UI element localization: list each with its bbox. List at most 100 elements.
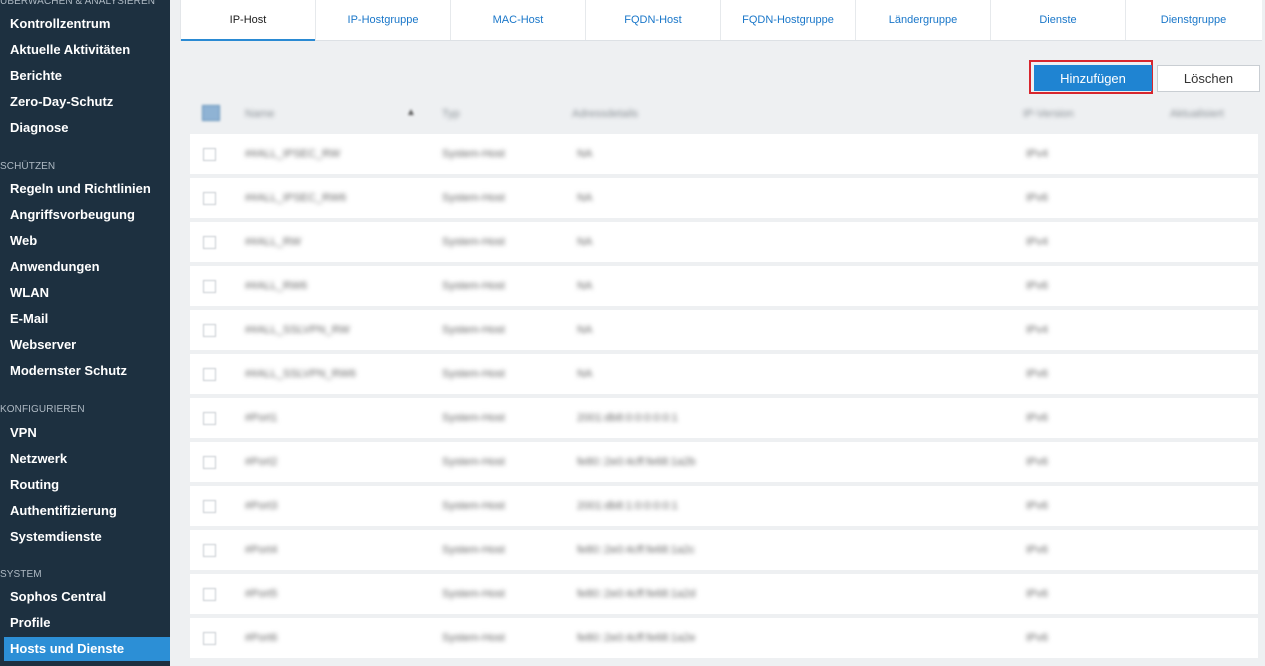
column-header-type[interactable]: Typ (442, 96, 460, 132)
table-row[interactable]: #Port3 System-Host 2001:db8:1:0:0:0:0:1 IPv… (190, 486, 1258, 526)
table-header: Name ▲ Typ Adressdetails IP-Version Aktu… (190, 96, 1258, 132)
host-type-cell: System-Host (442, 368, 505, 380)
tab[interactable]: FQDN-Host (586, 0, 721, 40)
sidebar-item[interactable]: Diagnose (0, 116, 170, 140)
sidebar-section-heading: SCHÜTZEN (0, 161, 56, 172)
tab[interactable]: Dienste (991, 0, 1126, 40)
row-checkbox[interactable] (203, 412, 216, 425)
table-row[interactable]: #Port4 System-Host fe80::2e0:4cff:fe68:1a2… (190, 530, 1258, 570)
row-checkbox[interactable] (203, 236, 216, 249)
row-checkbox[interactable] (203, 500, 216, 513)
table-row[interactable]: #Port5 System-Host fe80::2e0:4cff:fe68:1a2… (190, 574, 1258, 614)
sidebar-item[interactable]: Kontrollzentrum (0, 12, 170, 36)
host-type-cell: System-Host (442, 148, 505, 160)
host-type-cell: System-Host (442, 544, 505, 556)
sidebar-item[interactable]: Aktuelle Aktivitäten (0, 38, 170, 62)
tab[interactable]: MAC-Host (451, 0, 586, 40)
table-row[interactable]: ##ALL_SSLVPN_RW6 System-Host NA IPv6 (190, 354, 1258, 394)
address-cell: NA (577, 148, 593, 160)
tab[interactable]: IP-Hostgruppe (316, 0, 451, 40)
host-type-cell: System-Host (442, 236, 505, 248)
sidebar-item[interactable]: Berichte (0, 64, 170, 88)
sidebar-item[interactable]: Systemdienste (0, 525, 170, 549)
table-row[interactable]: ##ALL_RW6 System-Host NA IPv6 (190, 266, 1258, 306)
host-name-cell[interactable]: #Port3 (245, 486, 277, 526)
row-checkbox[interactable] (203, 280, 216, 293)
ip-version-cell: IPv6 (1026, 544, 1049, 556)
sidebar-item[interactable]: Routing (0, 473, 170, 497)
host-name-cell[interactable]: #Port5 (245, 574, 277, 614)
sidebar-item[interactable]: Sophos Central (0, 585, 170, 609)
host-name-cell[interactable]: #Port1 (245, 398, 277, 438)
host-name-cell[interactable]: ##ALL_SSLVPN_RW6 (245, 354, 356, 394)
row-checkbox[interactable] (203, 324, 216, 337)
table-row[interactable]: ##ALL_RW System-Host NA IPv4 (190, 222, 1258, 262)
host-name-cell[interactable]: ##ALL_RW6 (245, 266, 307, 306)
table-row[interactable]: ##ALL_IPSEC_RW System-Host NA IPv4 (190, 134, 1258, 174)
column-header-address[interactable]: Adressdetails (572, 96, 638, 132)
column-header-ip-version[interactable]: IP-Version (1023, 96, 1074, 132)
host-type-cell: System-Host (442, 456, 505, 468)
sidebar-item[interactable]: Regeln und Richtlinien (0, 177, 170, 201)
sidebar-item[interactable]: Netzwerk (0, 447, 170, 471)
row-checkbox[interactable] (203, 456, 216, 469)
column-header-updated[interactable]: Aktualisiert (1170, 96, 1224, 132)
sidebar-item[interactable]: Modernster Schutz (0, 359, 170, 383)
sidebar-section-heading: SYSTEM (0, 569, 42, 580)
host-type-cell: System-Host (442, 192, 505, 204)
host-type-cell: System-Host (442, 500, 505, 512)
host-name-cell[interactable]: ##ALL_IPSEC_RW6 (245, 178, 346, 218)
sidebar-item[interactable]: Anwendungen (0, 255, 170, 279)
table-row[interactable]: #Port6 System-Host fe80::2e0:4cff:fe68:1a2… (190, 618, 1258, 658)
select-all-checkbox[interactable] (202, 105, 220, 121)
ip-version-cell: IPv4 (1026, 324, 1049, 336)
table-row[interactable]: #Port1 System-Host 2001:db8:0:0:0:0:0:1 IPv… (190, 398, 1258, 438)
sidebar-item[interactable]: Profile (0, 611, 170, 635)
host-name-cell[interactable]: ##ALL_SSLVPN_RW (245, 310, 350, 350)
host-name-cell[interactable]: #Port6 (245, 618, 277, 658)
sidebar-item[interactable]: VPN (0, 421, 170, 445)
ip-version-cell: IPv6 (1026, 412, 1049, 424)
tab[interactable]: Ländergruppe (856, 0, 991, 40)
delete-button[interactable]: Löschen (1157, 65, 1260, 92)
host-name-cell[interactable]: #Port2 (245, 442, 277, 482)
address-cell: fe80::2e0:4cff:fe68:1a2c (577, 544, 695, 556)
column-header-name[interactable]: Name (245, 96, 274, 132)
row-checkbox[interactable] (203, 148, 216, 161)
ip-version-cell: IPv6 (1026, 588, 1049, 600)
sidebar-item[interactable]: E-Mail (0, 307, 170, 331)
host-type-cell: System-Host (442, 632, 505, 644)
sort-ascending-icon[interactable]: ▲ (406, 107, 416, 118)
tab[interactable]: IP-Host (181, 0, 316, 41)
row-checkbox[interactable] (203, 632, 216, 645)
sidebar-item[interactable]: Hosts und Dienste (4, 637, 170, 661)
sidebar-item[interactable]: Zero-Day-Schutz (0, 90, 170, 114)
host-name-cell[interactable]: #Port4 (245, 530, 277, 570)
host-name-cell[interactable]: ##ALL_RW (245, 222, 301, 262)
address-cell: fe80::2e0:4cff:fe68:1a2d (577, 588, 696, 600)
ip-version-cell: IPv6 (1026, 456, 1049, 468)
tab[interactable]: FQDN-Hostgruppe (721, 0, 856, 40)
sidebar-item[interactable]: Webserver (0, 333, 170, 357)
address-cell: NA (577, 192, 593, 204)
sidebar-item[interactable]: WLAN (0, 281, 170, 305)
ip-version-cell: IPv6 (1026, 192, 1049, 204)
sidebar-item[interactable]: Web (0, 229, 170, 253)
sidebar-section-heading: ÜBERWACHEN & ANALYSIEREN (0, 0, 156, 7)
row-checkbox[interactable] (203, 588, 216, 601)
ip-version-cell: IPv4 (1026, 148, 1049, 160)
host-name-cell[interactable]: ##ALL_IPSEC_RW (245, 134, 340, 174)
table-row[interactable]: ##ALL_SSLVPN_RW System-Host NA IPv4 (190, 310, 1258, 350)
table-row[interactable]: ##ALL_IPSEC_RW6 System-Host NA IPv6 (190, 178, 1258, 218)
ip-version-cell: IPv6 (1026, 280, 1049, 292)
row-checkbox[interactable] (203, 192, 216, 205)
add-button[interactable]: Hinzufügen (1034, 65, 1152, 91)
tab[interactable]: Dienstgruppe (1126, 0, 1261, 40)
row-checkbox[interactable] (203, 544, 216, 557)
sidebar-item[interactable]: Authentifizierung (0, 499, 170, 523)
address-cell: NA (577, 324, 593, 336)
sidebar-nav: ÜBERWACHEN & ANALYSIEREN Kontrollzentrum A… (0, 0, 170, 666)
sidebar-item[interactable]: Angriffsvorbeugung (0, 203, 170, 227)
row-checkbox[interactable] (203, 368, 216, 381)
table-row[interactable]: #Port2 System-Host fe80::2e0:4cff:fe68:1a2… (190, 442, 1258, 482)
